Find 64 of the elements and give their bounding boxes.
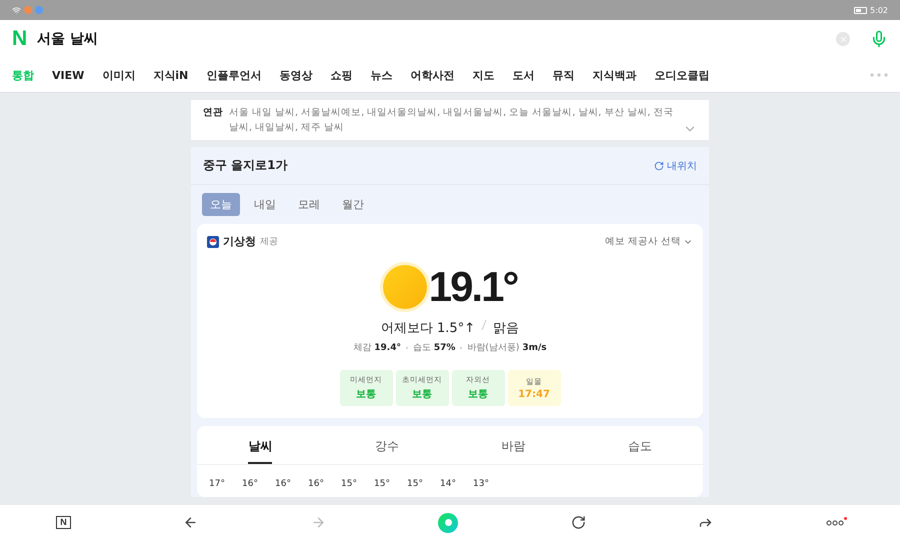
related-label: 연관 (203, 106, 223, 120)
hourly-temperature: 15° (341, 479, 358, 490)
indicator-value: 보통 (356, 388, 376, 402)
home-button[interactable]: N (56, 516, 71, 529)
related-text[interactable]: 서울 내일 날씨, 서울날씨예보, 내일서울의날씨, 내일서울날씨, 오늘 서울날씨, 날씨, 부산 날씨, 전국날씨, 내일날씨, 제주 날씨 (229, 105, 679, 136)
nav-tab[interactable]: 이미지 (102, 68, 136, 82)
nav-tab[interactable]: 지식iN (153, 68, 188, 82)
agency-logo-icon (207, 236, 219, 248)
nav-tab[interactable]: 동영상 (279, 68, 312, 82)
nav-tab[interactable]: 어학사전 (410, 68, 454, 82)
hourly-temperature: 16° (275, 479, 292, 490)
temperature-compare: 어제보다 1.5°↑ (380, 320, 476, 338)
refresh-button[interactable] (570, 515, 586, 530)
slash-divider (481, 319, 488, 332)
day-tab[interactable]: 모레 (290, 193, 328, 216)
weather-condition: 맑음 (493, 320, 520, 338)
hourly-temperature: 14° (440, 479, 457, 490)
hourly-temperature: 15° (407, 479, 424, 490)
back-button[interactable] (183, 515, 198, 530)
indicator-value: 보통 (412, 388, 432, 402)
nav-tab[interactable]: 인플루언서 (206, 68, 262, 82)
wifi-icon (12, 6, 21, 14)
refresh-icon[interactable] (654, 160, 664, 171)
hourly-temperature: 15° (374, 479, 391, 490)
chart-tab[interactable]: 날씨 (248, 426, 272, 464)
day-tab[interactable]: 내일 (246, 193, 284, 216)
nav-tab[interactable]: 뉴스 (370, 68, 392, 82)
sun-icon (382, 265, 427, 310)
nav-tab[interactable]: 뮤직 (552, 68, 574, 82)
nav-tab[interactable]: 쇼핑 (330, 68, 352, 82)
clear-button[interactable] (836, 32, 850, 46)
my-location-button[interactable]: 내위치 (654, 158, 697, 173)
battery-icon (854, 6, 868, 14)
nav-tab[interactable]: 도서 (512, 68, 534, 82)
hourly-temperature: 17° (209, 479, 226, 490)
temperature: 19.1° (428, 263, 518, 312)
more-icon[interactable] (870, 73, 888, 77)
hourly-temperature: 16° (242, 479, 259, 490)
chart-tab[interactable]: 바람 (501, 426, 526, 464)
provider-suffix: 제공 (260, 236, 278, 248)
nav-tab[interactable]: 지식백과 (592, 68, 636, 82)
hourly-temperature: 16° (308, 479, 325, 490)
forward-button[interactable] (310, 515, 326, 530)
weather-detail: 체감 19.4° (353, 342, 401, 354)
location-title: 중구 을지로1가 (203, 157, 288, 174)
weather-detail: 습도 57% (412, 342, 456, 354)
hourly-temperature: 13° (473, 479, 490, 490)
nav-tab[interactable]: 오디오클립 (654, 68, 710, 82)
weather-detail: 바람(남서풍) 3m/s (467, 342, 547, 354)
close-icon[interactable] (838, 34, 848, 44)
clock-time: 5:02 (870, 6, 888, 14)
microphone-icon[interactable] (870, 30, 888, 48)
provider-select[interactable]: 예보 제공사 선택 (604, 235, 693, 248)
chart-tab[interactable]: 강수 (374, 426, 399, 464)
app-launcher-button[interactable] (438, 512, 458, 532)
provider-name: 기상청 (223, 234, 256, 250)
more-menu-button[interactable] (826, 520, 844, 526)
chart-tab[interactable]: 습도 (628, 426, 652, 464)
nav-tab[interactable]: VIEW (52, 68, 84, 82)
indicator-value: 보통 (468, 388, 488, 402)
nav-tab[interactable]: 지도 (472, 68, 494, 82)
search-query[interactable]: 서울 날씨 (37, 30, 826, 48)
indicator-value: 17:47 (518, 388, 550, 400)
day-tab[interactable]: 월간 (334, 193, 372, 216)
